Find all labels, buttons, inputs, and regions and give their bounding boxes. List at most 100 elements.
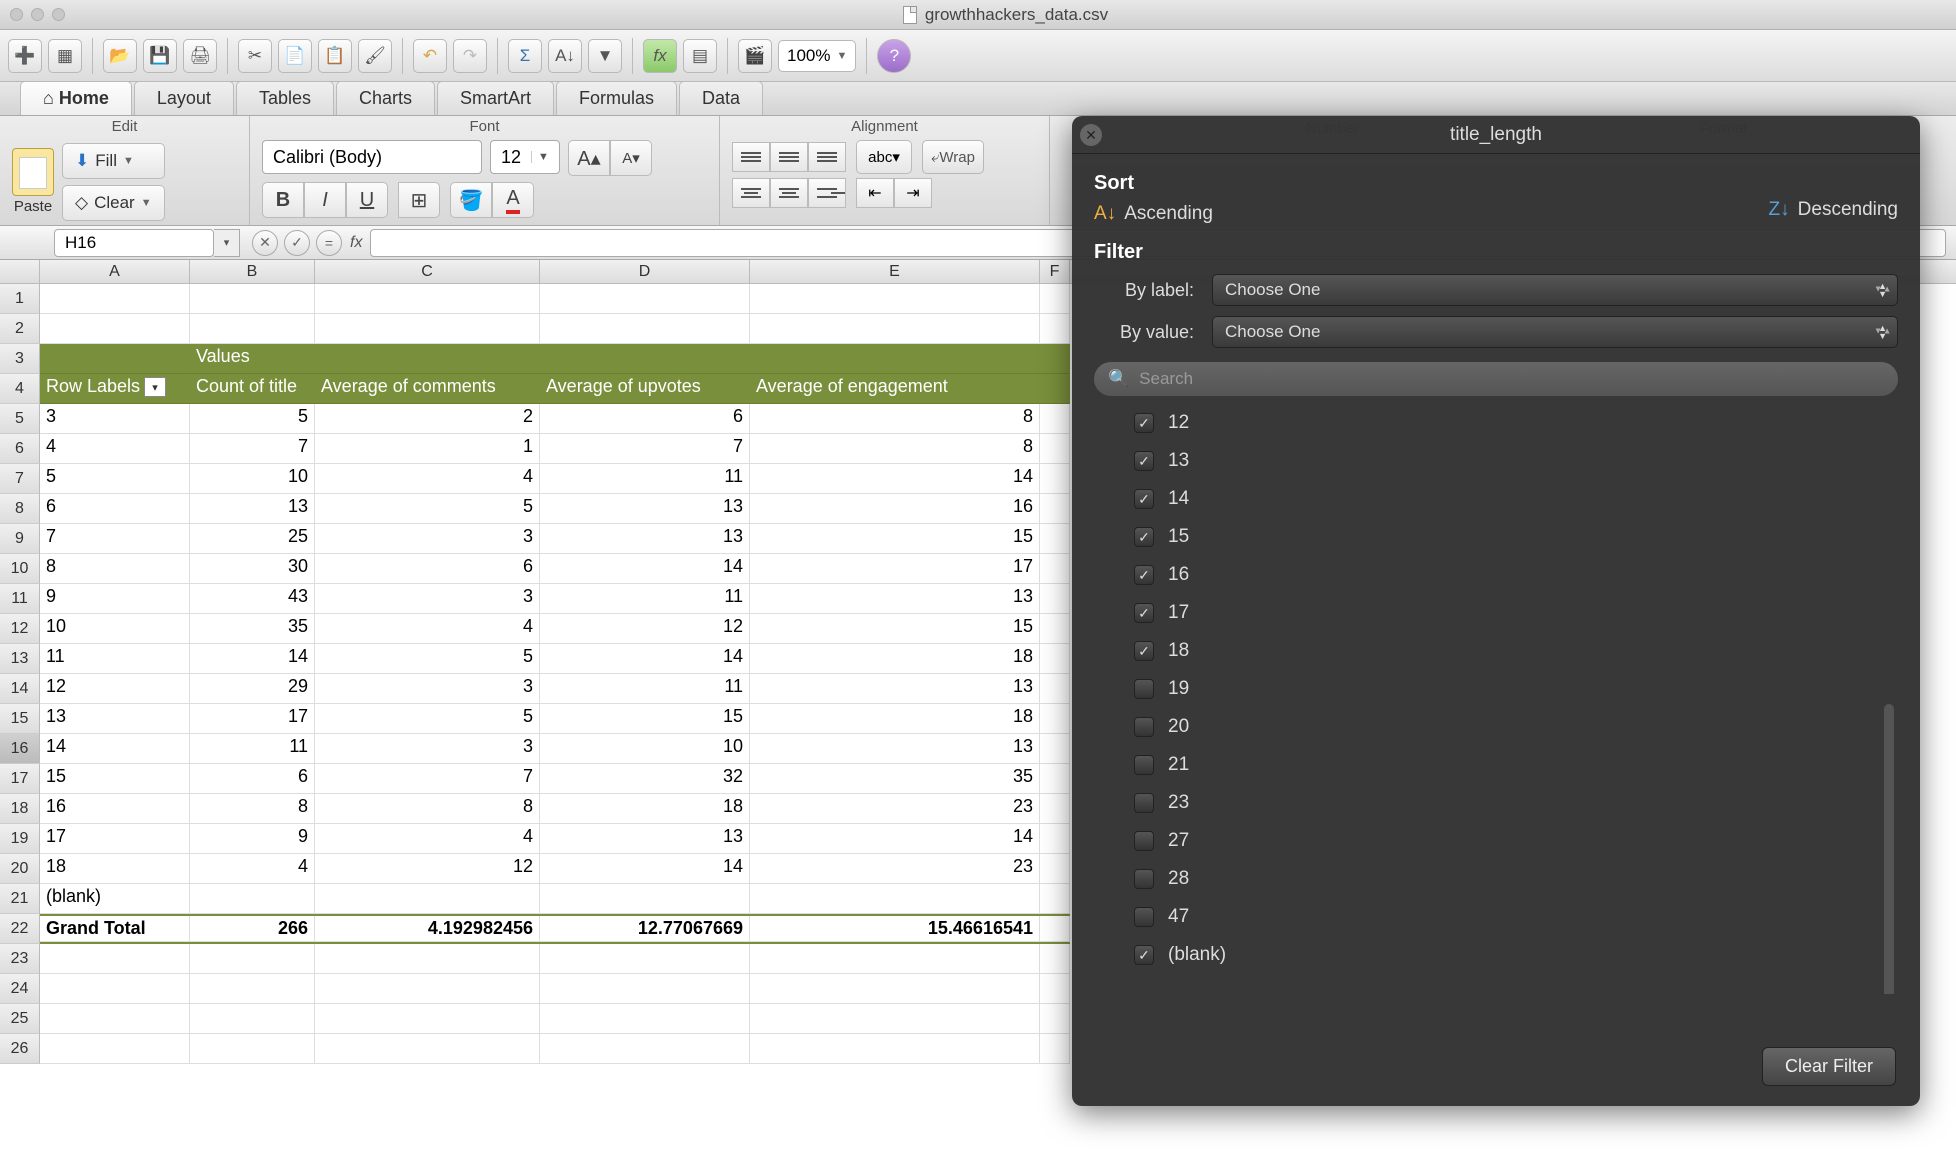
cell[interactable]: 4 xyxy=(190,854,315,884)
cell[interactable] xyxy=(1040,944,1070,974)
font-size-input[interactable] xyxy=(491,141,531,173)
filter-item[interactable]: 47 xyxy=(1134,898,1898,936)
cell[interactable]: (blank) xyxy=(40,884,190,914)
by-label-select[interactable]: Choose One ▲▼ xyxy=(1212,274,1898,306)
cell[interactable] xyxy=(1040,404,1070,434)
cell[interactable]: 3 xyxy=(315,524,540,554)
row-header[interactable]: 21 xyxy=(0,884,40,914)
cell[interactable] xyxy=(1040,284,1070,314)
filter-value-list[interactable]: 1213141516171819202123272847(blank) xyxy=(1094,404,1898,994)
cell[interactable]: 8 xyxy=(40,554,190,584)
cut-icon[interactable]: ✂ xyxy=(238,39,272,73)
help-icon[interactable]: ? xyxy=(877,39,911,73)
checkbox[interactable] xyxy=(1134,831,1154,851)
cell[interactable] xyxy=(315,1004,540,1034)
cell[interactable] xyxy=(1040,374,1070,404)
select-all-corner[interactable] xyxy=(0,260,40,284)
cell[interactable]: 10 xyxy=(190,464,315,494)
cell[interactable] xyxy=(190,284,315,314)
cell[interactable] xyxy=(1040,1034,1070,1064)
cell[interactable]: 7 xyxy=(540,434,750,464)
column-header[interactable]: E xyxy=(750,260,1040,284)
row-header[interactable]: 14 xyxy=(0,674,40,704)
cell[interactable] xyxy=(190,1004,315,1034)
column-header[interactable]: D xyxy=(540,260,750,284)
font-size-select[interactable]: ▼ xyxy=(490,140,560,174)
cell[interactable]: 17 xyxy=(190,704,315,734)
filter-item[interactable]: 17 xyxy=(1134,594,1898,632)
cell[interactable]: 11 xyxy=(40,644,190,674)
new-doc-icon[interactable]: ➕ xyxy=(8,39,42,73)
show-formulas-icon[interactable]: ▤ xyxy=(683,39,717,73)
cell[interactable]: 6 xyxy=(315,554,540,584)
cell[interactable]: 6 xyxy=(40,494,190,524)
fx-icon[interactable]: = xyxy=(316,230,342,256)
cell[interactable]: 4.192982456 xyxy=(315,916,540,942)
cell[interactable]: 18 xyxy=(40,854,190,884)
checkbox[interactable] xyxy=(1134,869,1154,889)
cell[interactable]: Average of upvotes xyxy=(540,374,750,404)
cell[interactable]: 17 xyxy=(40,824,190,854)
cell[interactable]: 18 xyxy=(750,704,1040,734)
row-header[interactable]: 5 xyxy=(0,404,40,434)
checkbox[interactable] xyxy=(1134,413,1154,433)
sort-descending-button[interactable]: Z↓ Descending xyxy=(1769,199,1898,221)
cell[interactable]: 15 xyxy=(750,614,1040,644)
cell[interactable] xyxy=(1040,644,1070,674)
row-header[interactable]: 4 xyxy=(0,374,40,404)
row-header[interactable]: 23 xyxy=(0,944,40,974)
cell[interactable]: 11 xyxy=(540,464,750,494)
cell[interactable]: 10 xyxy=(540,734,750,764)
cell[interactable] xyxy=(540,884,750,914)
cell[interactable]: 5 xyxy=(40,464,190,494)
zoom-selector[interactable]: 100% ▼ xyxy=(778,40,856,72)
align-center-button[interactable] xyxy=(770,178,808,208)
row-header[interactable]: 10 xyxy=(0,554,40,584)
filter-item[interactable]: 12 xyxy=(1134,404,1898,442)
cell[interactable]: 7 xyxy=(315,764,540,794)
cell[interactable]: Average of comments xyxy=(315,374,540,404)
filter-item[interactable]: 18 xyxy=(1134,632,1898,670)
cell[interactable]: 13 xyxy=(190,494,315,524)
cell[interactable]: 13 xyxy=(750,584,1040,614)
filter-item[interactable]: (blank) xyxy=(1134,936,1898,974)
cell[interactable] xyxy=(315,314,540,344)
cell[interactable]: 12.77067669 xyxy=(540,916,750,942)
cell[interactable]: 43 xyxy=(190,584,315,614)
cell[interactable] xyxy=(1040,884,1070,914)
cell[interactable]: Values xyxy=(190,344,1040,374)
close-window-icon[interactable] xyxy=(10,8,23,21)
tab-tables[interactable]: Tables xyxy=(236,81,334,115)
cell[interactable] xyxy=(750,974,1040,1004)
column-header[interactable]: C xyxy=(315,260,540,284)
column-header[interactable]: A xyxy=(40,260,190,284)
tab-layout[interactable]: Layout xyxy=(134,81,234,115)
cell[interactable] xyxy=(1040,344,1070,374)
cell[interactable] xyxy=(315,1034,540,1064)
row-labels-filter-icon[interactable]: ▾ xyxy=(144,377,166,397)
cell[interactable] xyxy=(40,974,190,1004)
cell[interactable]: 4 xyxy=(315,464,540,494)
print-icon[interactable]: 🖨 xyxy=(183,39,217,73)
cell[interactable] xyxy=(1040,794,1070,824)
align-right-button[interactable] xyxy=(808,178,846,208)
cell[interactable] xyxy=(190,884,315,914)
cell[interactable] xyxy=(315,884,540,914)
cell[interactable] xyxy=(40,944,190,974)
cell[interactable] xyxy=(750,1004,1040,1034)
name-box[interactable]: H16 xyxy=(54,229,214,257)
cell[interactable]: 13 xyxy=(540,824,750,854)
filter-item[interactable]: 27 xyxy=(1134,822,1898,860)
cell[interactable] xyxy=(1040,554,1070,584)
row-header[interactable]: 2 xyxy=(0,314,40,344)
font-color-button[interactable]: A xyxy=(492,182,534,218)
cell[interactable]: 32 xyxy=(540,764,750,794)
column-header[interactable]: B xyxy=(190,260,315,284)
cell[interactable] xyxy=(1040,494,1070,524)
close-panel-icon[interactable]: ✕ xyxy=(1080,124,1102,146)
filter-item[interactable]: 15 xyxy=(1134,518,1898,556)
cell[interactable]: 15 xyxy=(540,704,750,734)
row-header[interactable]: 3 xyxy=(0,344,40,374)
cell[interactable]: Count of title xyxy=(190,374,315,404)
cell[interactable] xyxy=(190,974,315,1004)
